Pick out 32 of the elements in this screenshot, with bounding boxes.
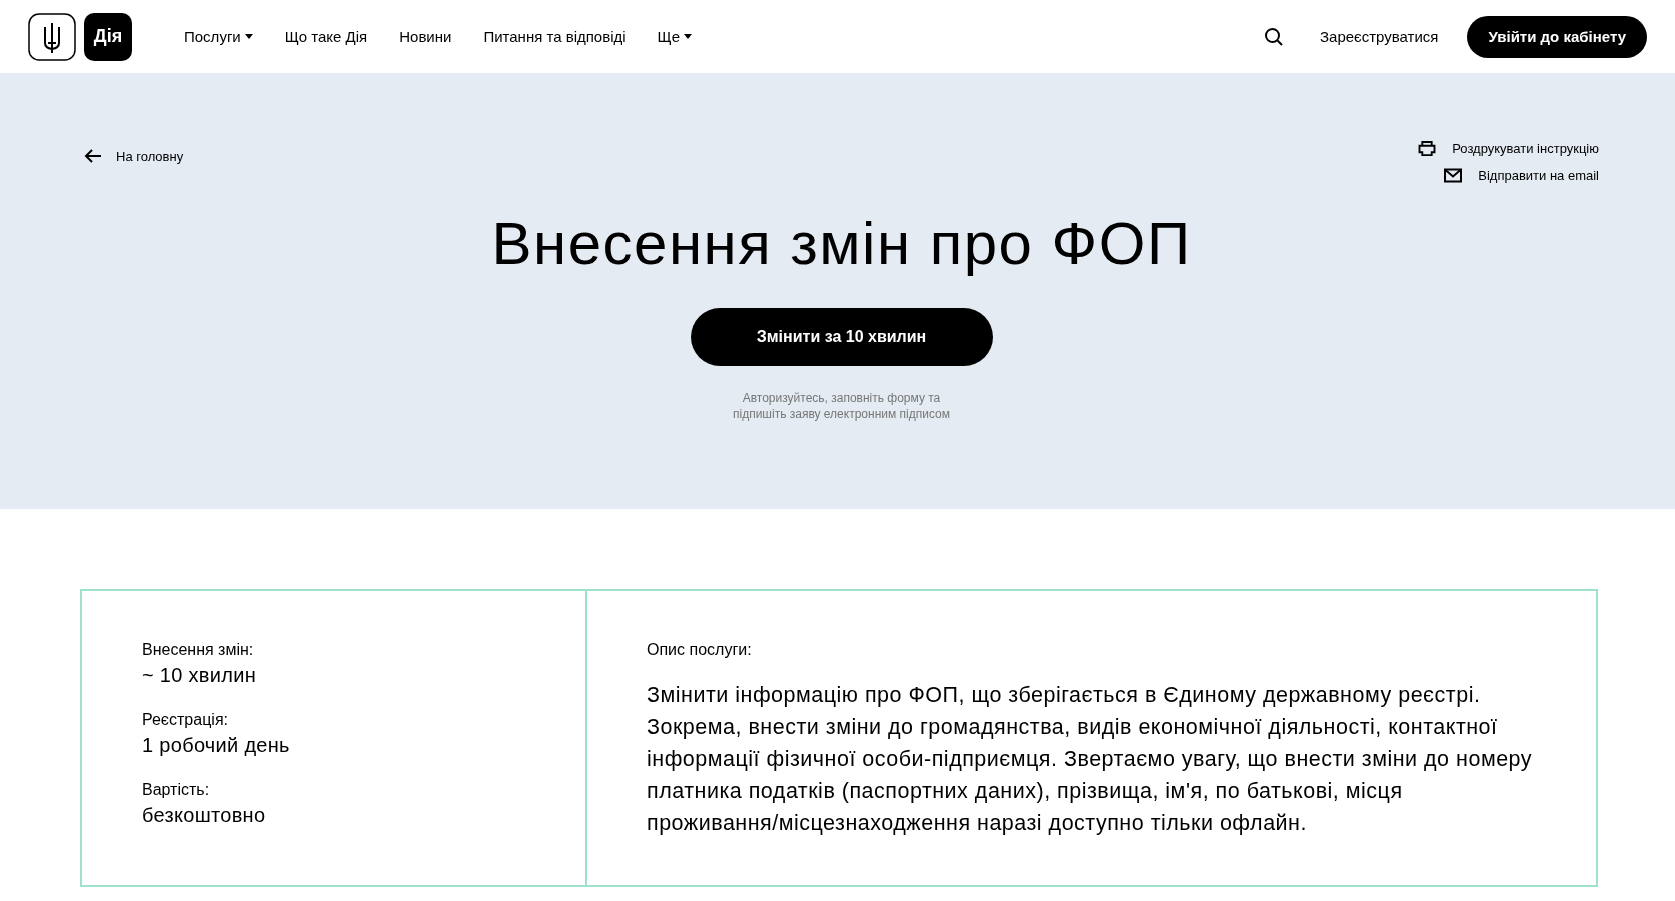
search-icon[interactable]: [1264, 26, 1284, 47]
fact-value: 1 робочий день: [142, 733, 291, 758]
action-link[interactable]: Відправити на email: [1444, 168, 1599, 183]
caret-icon: [244, 34, 253, 39]
action-text[interactable]: Роздрукувати інструкцію: [1452, 141, 1599, 156]
action-link[interactable]: Роздрукувати інструкцію: [1418, 141, 1599, 156]
fact-label: Вартість:: [142, 780, 211, 800]
description-label: Опис послуги:: [647, 640, 753, 660]
caret-icon: [684, 34, 692, 39]
change-button[interactable]: Змінити за 10 хвилин: [690, 308, 993, 366]
nav-link[interactable]: Що таке Дія: [284, 28, 368, 45]
nav-link[interactable]: Послуги: [184, 28, 253, 45]
login-button[interactable]: Увійти до кабінету: [1467, 15, 1647, 58]
register-link[interactable]: Зареєструватися: [1320, 28, 1439, 45]
hint-text: Авторизуйтесь, заповніть форму та підпишіть заяву електронним підписом: [733, 390, 950, 422]
fact-value: ~ 10 хвилин: [142, 663, 258, 688]
envelope-icon: [1444, 168, 1463, 183]
printer-icon: [1418, 141, 1437, 156]
action-text[interactable]: Відправити на email: [1478, 168, 1599, 183]
fact-value: безкоштовно: [142, 803, 267, 828]
app-logo[interactable]: Дія: [84, 12, 132, 61]
fact-label: Внесення змін:: [142, 640, 255, 660]
nav-link[interactable]: Ще: [657, 28, 692, 45]
nav-link[interactable]: Питання та відповіді: [483, 28, 626, 45]
nav-link[interactable]: Новини: [399, 28, 452, 45]
back-arrow-icon: [84, 149, 102, 163]
description-text: Змінити інформацію про ФОП, що зберігається в Єдиному державному реєстрі. Зокрема, внести зміни до громадянства, видів економічної діяльності, контактної інформації фізичної особи-підприємця. Звертаємо увагу, що внести зміни до номеру платника податків (паспортних даних), прізвища, ім'я, по батькові, місця проживання/місцезнаходження наразі доступно тільки офлайн.: [647, 682, 1534, 837]
page-title: Внесення змін про ФОП: [491, 209, 1192, 278]
trident-logo-icon[interactable]: [28, 12, 76, 61]
fact-label: Реєстрація:: [142, 710, 229, 730]
back-link[interactable]: На головну: [84, 148, 184, 164]
back-link-text[interactable]: На головну: [116, 148, 184, 164]
